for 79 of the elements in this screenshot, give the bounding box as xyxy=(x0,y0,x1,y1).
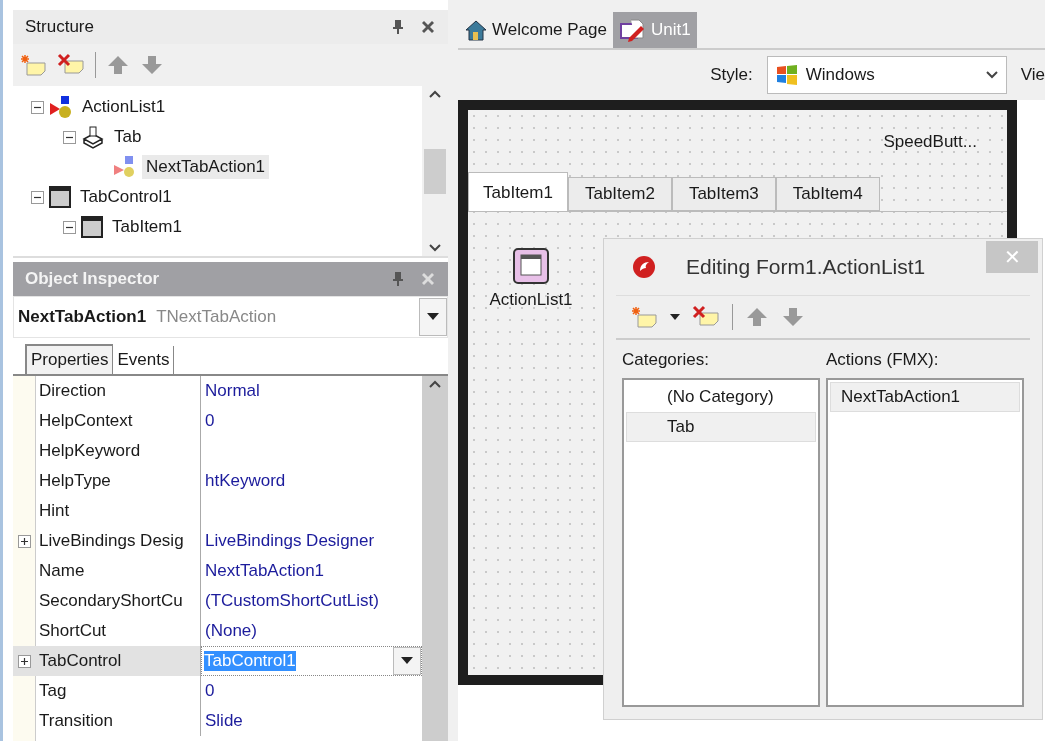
category-item[interactable]: Tab xyxy=(626,412,816,442)
caret-icon[interactable] xyxy=(670,314,680,320)
property-value[interactable]: 0 xyxy=(201,681,422,701)
form-tab[interactable]: TabItem1 xyxy=(468,172,568,211)
app-logo-icon xyxy=(632,255,656,279)
chevron-down-icon[interactable] xyxy=(985,71,998,79)
scroll-down-icon[interactable] xyxy=(429,244,441,252)
list-label: Actions (FMX): xyxy=(826,350,940,370)
collapse-toggle-icon[interactable] xyxy=(31,190,44,204)
property-name: Hint xyxy=(35,496,201,526)
tree-item[interactable]: NextTabAction1 xyxy=(142,155,270,179)
property-value[interactable]: (None) xyxy=(201,621,422,641)
property-name: HelpContext xyxy=(35,406,201,436)
property-value[interactable]: (TCustomShortCutList) xyxy=(201,591,422,611)
property-name: HelpKeyword xyxy=(35,436,201,466)
style-dropdown[interactable]: Windows xyxy=(766,56,1007,94)
panel-title: Structure xyxy=(25,17,94,37)
property-name: Direction xyxy=(35,376,201,406)
tree-item[interactable]: TabItem1 xyxy=(108,215,186,239)
editor-tab[interactable]: Welcome Page xyxy=(458,12,613,48)
property-value[interactable]: LiveBindings Designer xyxy=(201,531,422,551)
expand-toggle-icon[interactable] xyxy=(17,654,31,668)
actions-list[interactable]: NextTabAction1 xyxy=(826,378,1024,707)
property-name: SecondaryShortCu xyxy=(35,586,201,616)
property-name: LiveBindings Desig xyxy=(35,526,201,556)
speed-button[interactable]: SpeedButt... xyxy=(883,132,977,156)
delete-item-icon[interactable] xyxy=(692,305,720,329)
expand-toggle-icon[interactable] xyxy=(17,534,31,548)
dropdown-arrow-icon xyxy=(401,657,413,665)
dropdown-arrow-icon xyxy=(427,313,439,321)
list-label: Categories: xyxy=(622,350,710,370)
form-tab[interactable]: TabItem2 xyxy=(567,177,672,211)
pin-icon[interactable] xyxy=(392,19,404,35)
scroll-thumb[interactable] xyxy=(424,148,446,194)
close-icon[interactable] xyxy=(420,19,436,35)
new-item-icon[interactable] xyxy=(630,305,658,329)
tree-item[interactable]: Tab xyxy=(110,125,146,149)
new-item-icon[interactable] xyxy=(19,53,47,77)
object-selector[interactable]: NextTabAction1 TNextTabAction xyxy=(13,296,448,338)
pin-icon[interactable] xyxy=(392,271,404,287)
action-list-component-icon[interactable] xyxy=(513,248,549,284)
tree-item[interactable]: ActionList1 xyxy=(78,95,170,119)
property-value[interactable]: NextTabAction1 xyxy=(201,561,422,581)
scrollbar[interactable] xyxy=(422,376,448,741)
category-item[interactable]: (No Category) xyxy=(626,382,816,412)
collapse-toggle-icon[interactable] xyxy=(63,130,76,144)
action-icon xyxy=(113,155,137,179)
windows-flag-icon xyxy=(775,64,798,86)
categories-list[interactable]: (No Category) Tab xyxy=(622,378,820,707)
scroll-up-icon[interactable] xyxy=(429,380,441,388)
box-icon xyxy=(81,125,105,149)
window-icon xyxy=(49,186,71,208)
panel-title: Object Inspector xyxy=(25,269,160,289)
tree-item[interactable]: TabControl1 xyxy=(76,185,176,209)
property-value[interactable]: 0 xyxy=(201,411,422,431)
property-name: Tag xyxy=(35,676,201,706)
form-tab[interactable]: TabItem4 xyxy=(775,177,880,211)
scroll-up-icon[interactable] xyxy=(429,90,441,98)
property-value[interactable]: Slide xyxy=(201,711,422,731)
property-value[interactable]: htKeyword xyxy=(201,471,422,491)
collapse-toggle-icon[interactable] xyxy=(31,100,44,114)
component-label: ActionList1 xyxy=(489,290,573,310)
property-name: Transition xyxy=(35,706,201,736)
action-item[interactable]: NextTabAction1 xyxy=(830,382,1020,412)
inspector-tab[interactable]: Events xyxy=(113,346,175,374)
property-value[interactable]: Normal xyxy=(201,381,422,401)
style-label: Style: xyxy=(710,65,753,85)
property-name: Name xyxy=(35,556,201,586)
house-icon xyxy=(464,19,488,41)
form-tab[interactable]: TabItem3 xyxy=(671,177,776,211)
window-icon xyxy=(81,216,103,238)
view-label: Vie xyxy=(1020,65,1045,85)
property-name: HelpType xyxy=(35,466,201,496)
document-pencil-icon xyxy=(618,18,647,42)
dialog-title: Editing Form1.ActionList1 xyxy=(686,255,926,279)
collapse-toggle-icon[interactable] xyxy=(63,220,76,234)
delete-item-icon[interactable] xyxy=(57,53,85,77)
action-list-icon xyxy=(49,95,73,119)
inspector-tab[interactable]: Properties xyxy=(25,344,114,374)
